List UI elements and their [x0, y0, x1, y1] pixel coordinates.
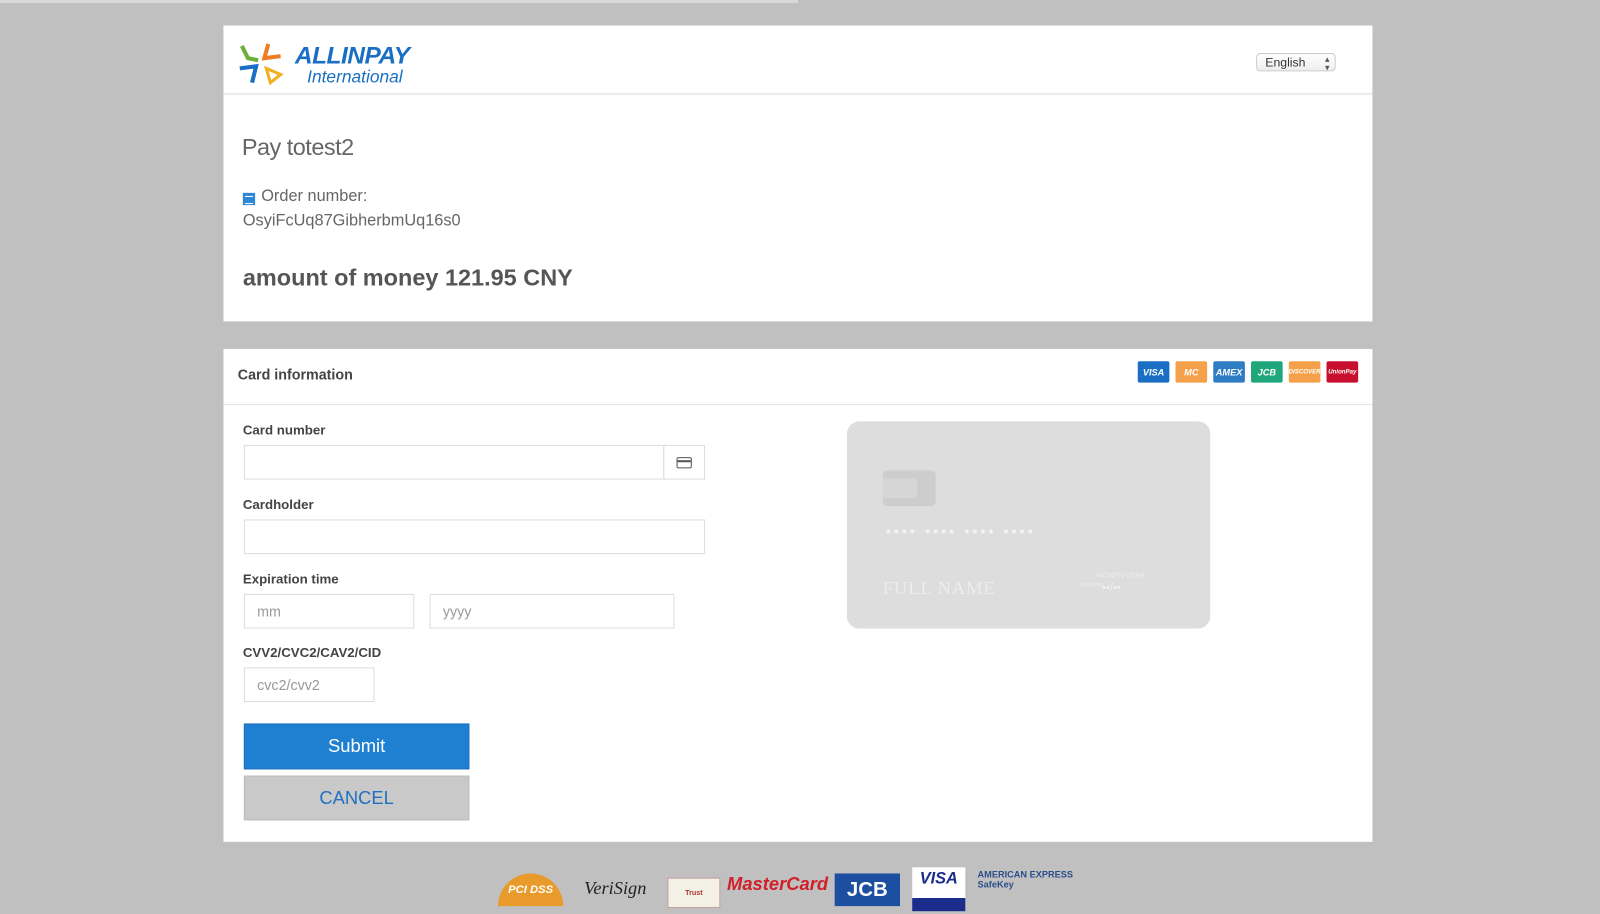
updown-arrows-icon: ▴ ▾: [1324, 54, 1330, 73]
page-load-bar: [0, 0, 798, 4]
language-selected: English: [1265, 55, 1306, 70]
footer-logo-jcb: JCB: [834, 873, 900, 907]
footer-logo-trust: Trust: [667, 877, 721, 909]
brand-discover-icon: DISCOVER: [1288, 361, 1321, 383]
security-logos: PCI DSS VeriSign Trust MasterCard JCB VI…: [497, 867, 1092, 914]
card-number-addon: [663, 444, 706, 480]
header: ALLINPAY International English ▴ ▾: [223, 26, 1373, 95]
card-number-label: Card number: [242, 422, 326, 438]
footer-logo-mastercard: MasterCard: [727, 873, 829, 894]
card-info-header: Card information VISA MC AMEX JCB DISCOVER Un…: [223, 349, 1373, 406]
footer-logo-amex-safekey: AMERICAN EXPRESS SafeKey: [977, 869, 1073, 890]
allinpay-logo: ALLINPAY International: [238, 42, 410, 87]
card-preview-number: •••• •••• •••• ••••: [885, 523, 1036, 540]
expiry-year-input[interactable]: [429, 593, 675, 629]
order-label-text: Order number:: [261, 187, 368, 206]
expiration-label: Expiration time: [242, 571, 339, 587]
card-preview-name: FULL NAME: [882, 577, 996, 598]
card-preview: •••• •••• •••• •••• FULL NAME valid thru…: [846, 421, 1211, 629]
logo-name: ALLINPAY: [294, 41, 410, 69]
card-brands: VISA MC AMEX JCB DISCOVER UnionPay: [1137, 361, 1359, 383]
cvv-input[interactable]: [243, 667, 375, 703]
card-number-input[interactable]: [243, 444, 665, 480]
card-preview-month-year: MONTH/YEAR: [1096, 572, 1145, 580]
card-information-panel: Card information VISA MC AMEX JCB DISCOVER Un…: [223, 348, 1373, 842]
brand-unionpay-icon: UnionPay: [1326, 361, 1359, 383]
card-info-title: Card information: [237, 366, 353, 383]
order-number-label: Order number:: [242, 187, 368, 206]
submit-button[interactable]: Submit: [243, 723, 470, 770]
cardholder-label: Cardholder: [242, 496, 314, 513]
card-preview-expiry: ••/••: [1102, 581, 1121, 594]
brand-jcb-icon: JCB: [1251, 361, 1283, 383]
cardholder-input[interactable]: [243, 519, 706, 555]
order-summary-panel: ALLINPAY International English ▴ ▾ Pay to…: [223, 25, 1373, 322]
brand-amex-icon: AMEX: [1213, 361, 1245, 383]
card-preview-valid-thru: valid thru: [1079, 582, 1105, 589]
order-number: OsyiFcUq87GibherbmUq16s0: [242, 212, 461, 230]
receipt-icon: [242, 192, 256, 205]
allinpay-arrows-icon: [239, 43, 284, 86]
cancel-button[interactable]: CANCEL: [243, 775, 470, 821]
footer-logo-pcidss: PCI DSS: [497, 873, 564, 907]
credit-card-icon: [676, 456, 692, 468]
expiry-month-input[interactable]: [243, 593, 415, 629]
cvv-label: CVV2/CVC2/CAV2/CID: [242, 644, 382, 661]
brand-visa-icon: VISA: [1137, 361, 1170, 383]
card-chip-icon: [882, 470, 936, 507]
footer-logo-visa: VISA: [912, 867, 966, 912]
brand-mc-icon: MC: [1175, 361, 1208, 383]
payee-title: Pay totest2: [241, 133, 354, 161]
language-select[interactable]: English ▴ ▾: [1256, 53, 1336, 73]
footer-logo-verisign: VeriSign: [584, 877, 647, 898]
amount: amount of money 121.95 CNY: [242, 264, 573, 291]
logo-subtitle: International: [307, 66, 403, 87]
